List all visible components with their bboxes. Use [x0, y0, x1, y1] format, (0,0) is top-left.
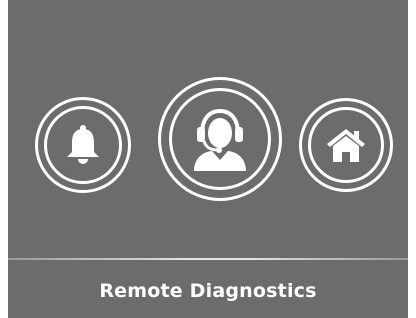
- bell-icon: [67, 125, 99, 164]
- home-button[interactable]: [299, 98, 393, 192]
- divider: [8, 258, 408, 260]
- remote-diagnostics-button[interactable]: [158, 77, 282, 201]
- screen-title: Remote Diagnostics: [99, 280, 317, 302]
- home-icon: [327, 129, 365, 162]
- support-agent-icon: [194, 108, 246, 171]
- notifications-button[interactable]: [35, 97, 131, 193]
- remote-diagnostics-screen: Remote Diagnostics: [8, 0, 408, 318]
